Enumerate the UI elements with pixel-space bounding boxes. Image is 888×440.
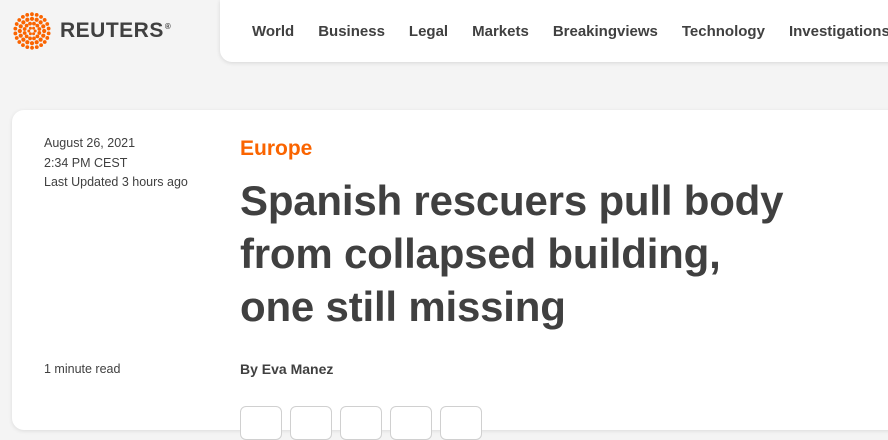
nav-item-world[interactable]: World — [252, 23, 294, 40]
byline: By Eva Manez — [240, 361, 333, 377]
article-meta: August 26, 2021 2:34 PM CEST Last Update… — [44, 134, 188, 193]
share-button-1[interactable] — [240, 406, 282, 440]
reuters-logo[interactable]: REUTERS® — [12, 12, 171, 50]
logo-text: REUTERS® — [60, 19, 172, 42]
share-button-4[interactable] — [390, 406, 432, 440]
share-button-3[interactable] — [340, 406, 382, 440]
nav-item-markets[interactable]: Markets — [472, 23, 529, 40]
read-time: 1 minute read — [44, 362, 121, 376]
reuters-logo-icon — [13, 12, 51, 50]
author-link[interactable]: Eva Manez — [262, 361, 334, 377]
share-button-2[interactable] — [290, 406, 332, 440]
article-headline: Spanish rescuers pull body from collapse… — [240, 177, 784, 330]
nav-item-legal[interactable]: Legal — [409, 23, 448, 40]
nav-item-business[interactable]: Business — [318, 23, 385, 40]
share-button-5[interactable] — [440, 406, 482, 440]
article-card: August 26, 2021 2:34 PM CEST Last Update… — [12, 110, 888, 440]
nav-item-breakingviews[interactable]: Breakingviews — [553, 23, 658, 40]
publish-date: August 26, 2021 — [44, 136, 136, 150]
nav-item-technology[interactable]: Technology — [682, 23, 765, 40]
share-buttons — [240, 406, 482, 440]
top-bar: REUTERS® World Business Legal Markets Br… — [0, 0, 888, 62]
main-nav: World Business Legal Markets Breakingvie… — [220, 0, 888, 62]
byline-prefix: By — [240, 361, 262, 377]
publish-time: 2:34 PM CEST — [44, 155, 128, 170]
last-updated: Last Updated 3 hours ago — [44, 175, 188, 189]
nav-item-investigations[interactable]: Investigations — [789, 23, 888, 40]
section-link-europe[interactable]: Europe — [240, 137, 312, 161]
